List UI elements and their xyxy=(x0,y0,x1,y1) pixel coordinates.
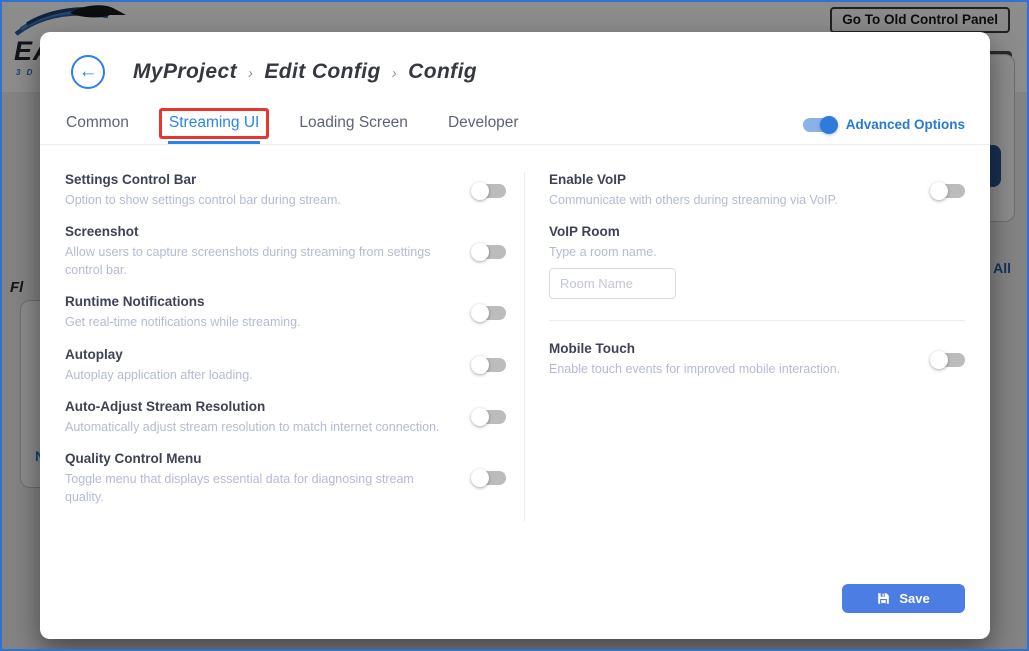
runtime-notifications-toggle[interactable] xyxy=(471,303,506,322)
setting-runtime-notifications: Runtime Notifications Get real-time noti… xyxy=(65,294,506,331)
setting-description: Allow users to capture screenshots durin… xyxy=(65,245,431,278)
tab-common[interactable]: Common xyxy=(65,108,130,144)
setting-auto-adjust-resolution: Auto-Adjust Stream Resolution Automatica… xyxy=(65,399,506,436)
tab-developer[interactable]: Developer xyxy=(447,108,520,144)
setting-description: Enable touch events for improved mobile … xyxy=(549,362,841,377)
setting-title: Quality Control Menu xyxy=(65,450,202,466)
toggle-knob xyxy=(930,181,948,200)
setting-description: Communicate with others during streaming… xyxy=(549,193,838,207)
breadcrumb-item-config: Config xyxy=(408,60,478,83)
setting-quality-control-menu: Quality Control Menu Toggle menu that di… xyxy=(65,451,506,506)
setting-title: Settings Control Bar xyxy=(65,172,197,187)
setting-title: Mobile Touch xyxy=(549,341,635,357)
toggle-knob xyxy=(471,242,489,261)
setting-autoplay: Autoplay Autoplay application after load… xyxy=(65,347,506,384)
setting-title: Autoplay xyxy=(65,346,123,362)
modal-header: ← MyProject › Edit Config › Config xyxy=(71,55,990,89)
toggle-knob xyxy=(471,469,489,488)
tab-streaming-ui-label: Streaming UI xyxy=(168,114,260,131)
setting-title: Auto-Adjust Stream Resolution xyxy=(65,398,266,414)
setting-description: Option to show settings control bar duri… xyxy=(65,193,341,207)
screenshot-toggle[interactable] xyxy=(471,242,506,261)
setting-text: Screenshot Allow users to capture screen… xyxy=(65,224,473,279)
back-arrow-icon: ← xyxy=(78,61,98,82)
setting-description: Toggle menu that displays essential data… xyxy=(65,471,414,504)
breadcrumb: MyProject › Edit Config › Config xyxy=(133,60,477,84)
settings-control-bar-toggle[interactable] xyxy=(471,181,506,200)
toggle-knob xyxy=(471,303,489,322)
setting-voip-room: VoIP Room Type a room name. xyxy=(549,224,965,300)
quality-control-menu-toggle[interactable] xyxy=(471,469,506,488)
config-tabs: Common Streaming UI Loading Screen Devel… xyxy=(40,108,990,145)
enable-voip-toggle[interactable] xyxy=(930,181,965,200)
section-divider xyxy=(549,320,965,322)
setting-text: Runtime Notifications Get real-time noti… xyxy=(65,294,473,331)
setting-description: Type a room name. xyxy=(549,245,657,260)
save-floppy-icon xyxy=(878,593,890,604)
settings-content: Settings Control Bar Option to show sett… xyxy=(40,172,990,521)
setting-title: Screenshot xyxy=(65,224,139,240)
toggle-knob xyxy=(819,115,838,134)
save-button-label: Save xyxy=(899,591,930,606)
tab-loading-screen[interactable]: Loading Screen xyxy=(298,108,409,144)
setting-description: Autoplay application after loading. xyxy=(65,367,253,382)
toggle-knob xyxy=(930,350,948,369)
setting-text: Mobile Touch Enable touch events for imp… xyxy=(549,341,932,378)
setting-enable-voip: Enable VoIP Communicate with others duri… xyxy=(549,172,965,209)
advanced-options-toggle[interactable] xyxy=(802,115,838,134)
toggle-knob xyxy=(471,181,489,200)
breadcrumb-separator: › xyxy=(391,65,398,82)
tab-streaming-ui[interactable]: Streaming UI xyxy=(158,108,270,144)
setting-mobile-touch: Mobile Touch Enable touch events for imp… xyxy=(549,341,965,378)
breadcrumb-separator: › xyxy=(247,65,254,82)
setting-text: Quality Control Menu Toggle menu that di… xyxy=(65,451,473,506)
setting-title: VoIP Room xyxy=(549,224,620,240)
edit-config-modal: ← MyProject › Edit Config › Config Commo… xyxy=(40,32,990,639)
setting-text: Auto-Adjust Stream Resolution Automatica… xyxy=(65,399,473,436)
autoplay-toggle[interactable] xyxy=(471,356,506,375)
toggle-knob xyxy=(471,408,489,427)
advanced-options-label: Advanced Options xyxy=(845,117,965,132)
setting-text: Settings Control Bar Option to show sett… xyxy=(65,172,473,209)
settings-column-right: Enable VoIP Communicate with others duri… xyxy=(525,172,965,521)
advanced-options-control: Advanced Options xyxy=(802,115,965,144)
voip-room-input[interactable] xyxy=(549,268,676,300)
back-button[interactable]: ← xyxy=(71,55,105,89)
save-button[interactable]: Save xyxy=(842,584,965,613)
setting-settings-control-bar: Settings Control Bar Option to show sett… xyxy=(65,172,506,209)
setting-text: Enable VoIP Communicate with others duri… xyxy=(549,172,932,209)
setting-screenshot: Screenshot Allow users to capture screen… xyxy=(65,224,506,279)
mobile-touch-toggle[interactable] xyxy=(930,350,965,369)
setting-description: Get real-time notifications while stream… xyxy=(65,315,301,330)
breadcrumb-item-project: MyProject xyxy=(133,60,237,83)
setting-title: Enable VoIP xyxy=(549,172,627,187)
toggle-knob xyxy=(471,356,489,375)
setting-description: Automatically adjust stream resolution t… xyxy=(65,419,440,434)
settings-column-left: Settings Control Bar Option to show sett… xyxy=(65,172,525,521)
auto-adjust-resolution-toggle[interactable] xyxy=(471,408,506,427)
setting-title: Runtime Notifications xyxy=(65,294,205,310)
breadcrumb-item-edit-config: Edit Config xyxy=(264,60,381,83)
app-viewport: EA 3 D Go To Old Control Panel Fl N All … xyxy=(0,0,1029,651)
setting-text: Autoplay Autoplay application after load… xyxy=(65,347,473,384)
